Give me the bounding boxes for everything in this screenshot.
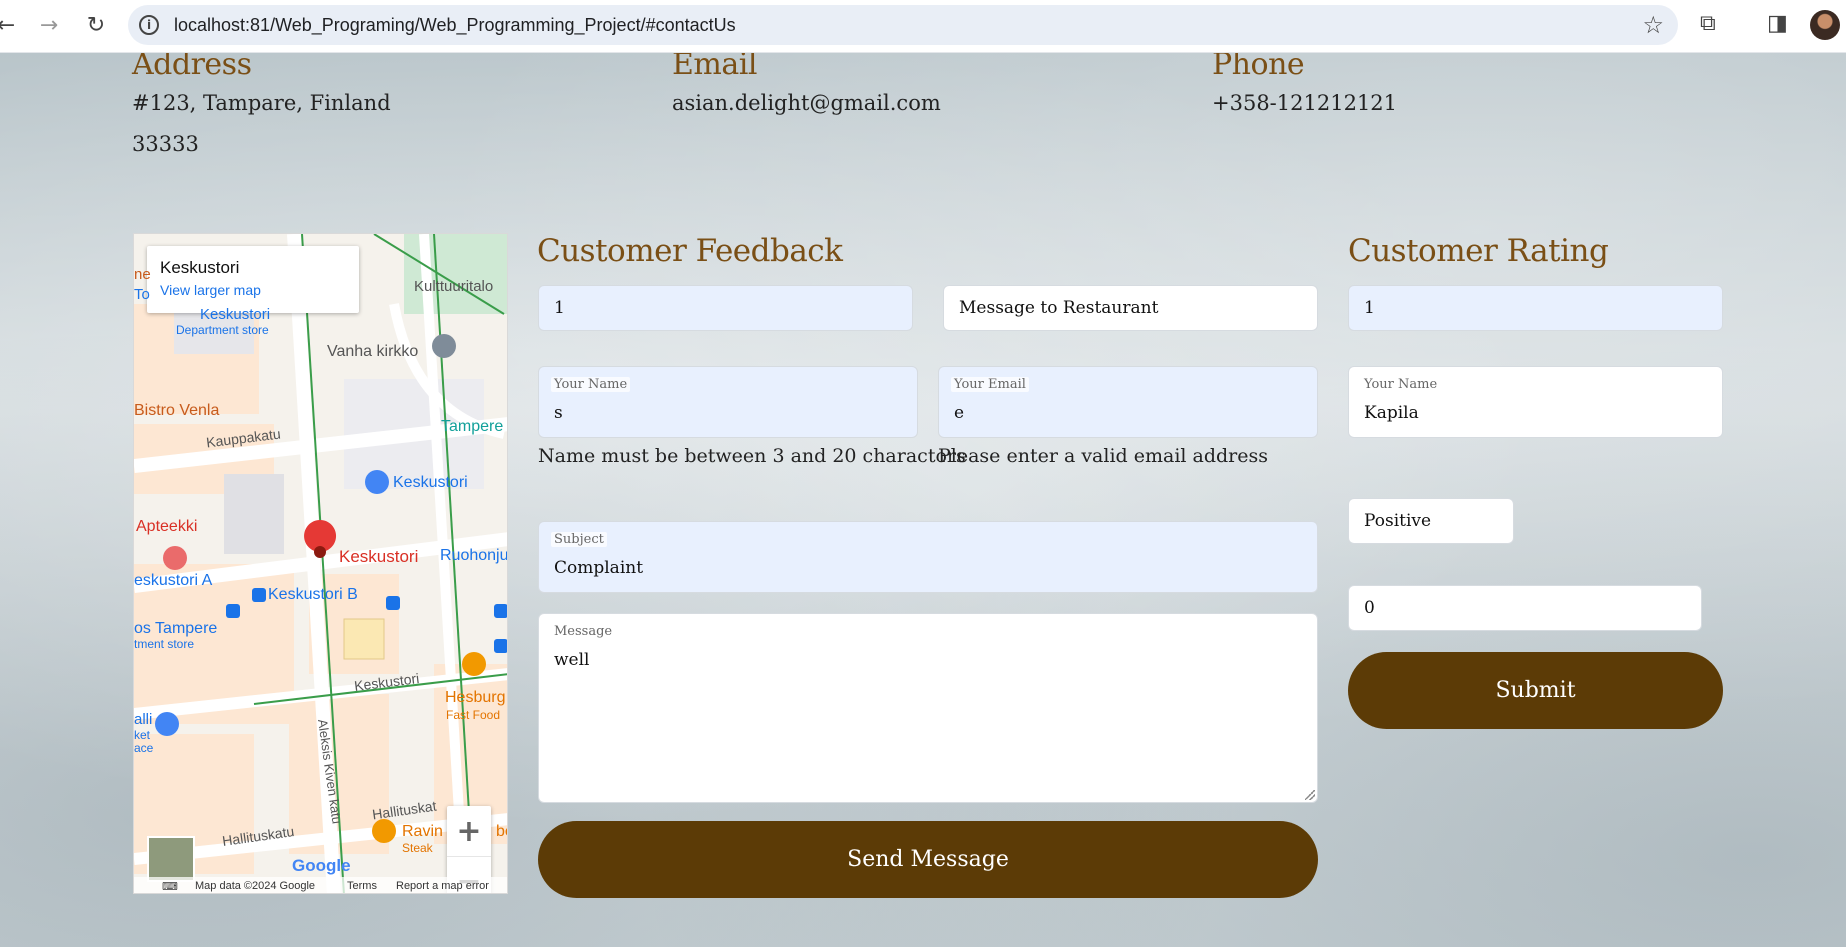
map-label: Steak [402,841,433,855]
map-label: Department store [176,323,269,337]
message-value: well [554,650,590,670]
name-error-message: Name must be between 3 and 20 charactors [538,445,966,467]
phone-value: +358-121212121 [1212,91,1398,115]
map-label: ne [134,266,151,283]
send-message-button[interactable]: Send Message [538,821,1318,898]
map-terms-link[interactable]: Terms [347,880,377,892]
map-label: Tampere [441,418,504,435]
url-text[interactable]: localhost:81/Web_Programing/Web_Programm… [174,15,736,36]
map-label: Hesburg [445,689,506,706]
subject-field[interactable]: Subject Complaint [538,521,1318,593]
feedback-name-value: s [554,403,563,423]
feedback-email-value: e [954,403,965,423]
bookmark-star-icon[interactable]: ☆ [1642,11,1664,39]
map-label: Vanha kirkko [327,343,419,360]
customer-feedback-heading: Customer Feedback [537,233,843,269]
rating-id-field[interactable]: 1 [1348,285,1723,331]
address-line-2: 33333 [132,132,199,156]
submit-rating-button[interactable]: Submit [1348,652,1723,729]
feedback-id-value: 1 [554,298,565,318]
rating-score-input[interactable]: 0 [1348,585,1702,631]
keyboard-icon[interactable]: ⌨ [162,880,178,893]
message-textarea[interactable]: Message well [538,613,1318,803]
map-report-link[interactable]: Report a map error [396,880,489,892]
address-bar[interactable]: i localhost:81/Web_Programing/Web_Progra… [128,5,1678,45]
message-label: Message [551,624,616,639]
map-label: Keskustori [393,474,468,491]
map-label: Apteekki [136,518,198,535]
map-place-card: Keskustori View larger map [147,246,359,313]
phone-heading: Phone [1212,53,1305,82]
map-footer: ⌨ Map data ©2024 Google Terms Report a m… [134,877,507,893]
map-label: be [496,823,507,840]
email-value: asian.delight@gmail.com [672,91,941,115]
browser-toolbar: ← → ↻ i localhost:81/Web_Programing/Web_… [0,0,1846,53]
google-map-embed[interactable]: Keskustori View larger map ne To Kulttuu… [133,233,508,894]
site-info-icon[interactable]: i [139,15,159,35]
map-place-title: Keskustori [160,258,240,277]
map-label: eskustori A [134,572,213,589]
map-label: Keskustori B [268,586,358,603]
profile-avatar[interactable] [1810,10,1840,40]
feedback-name-field[interactable]: Your Name s [538,366,918,438]
feedback-id-field[interactable]: 1 [538,285,913,331]
message-type-field[interactable]: Message to Restaurant [943,285,1318,331]
email-error-message: Please enter a valid email address [938,445,1268,467]
map-label: Ruohonju [440,547,508,564]
map-data-attribution: Map data ©2024 Google [195,880,316,892]
rating-score-value: 0 [1364,598,1375,618]
map-label: Ravin [402,823,443,840]
map-label: Kulttuuritalo [414,278,494,295]
map-label: tment store [134,637,195,651]
subject-label: Subject [551,532,607,547]
extensions-icon[interactable]: ⧉ [1700,11,1716,36]
rating-name-label: Your Name [1361,377,1441,392]
rating-id-value: 1 [1364,298,1375,318]
side-panel-icon[interactable]: ◨ [1767,11,1788,36]
rating-name-field[interactable]: Your Name Kapila [1348,366,1723,438]
map-label: Fast Food [446,708,501,722]
zoom-in-button[interactable]: + [447,806,491,856]
resize-grip-icon[interactable] [1305,790,1315,800]
message-type-value: Message to Restaurant [959,298,1159,318]
address-line-1: #123, Tampare, Finland [132,91,391,115]
subject-value: Complaint [554,558,644,578]
view-larger-map-link[interactable]: View larger map [160,282,261,298]
address-heading: Address [132,53,252,82]
map-label: To [134,286,150,303]
rating-name-value: Kapila [1364,403,1419,423]
sentiment-value: Positive [1364,511,1432,531]
customer-rating-heading: Customer Rating [1348,233,1609,269]
feedback-name-label: Your Name [551,377,631,392]
sentiment-select[interactable]: Positive [1348,498,1514,544]
map-label: Keskustori [339,547,419,566]
email-heading: Email [672,53,757,82]
google-logo: Google [292,856,351,875]
reload-icon[interactable]: ↻ [80,9,112,41]
map-label: Bistro Venla [134,402,220,419]
map-label: ace [134,741,154,755]
arrow-left-icon[interactable]: ← [0,9,22,41]
map-label: ket [134,728,151,742]
map-label: os Tampere [134,620,218,637]
feedback-email-field[interactable]: Your Email e [938,366,1318,438]
contact-us-section: Address #123, Tampare, Finland 33333 Ema… [0,53,1846,947]
map-label: Keskustori [200,306,271,323]
feedback-email-label: Your Email [951,377,1029,392]
arrow-right-icon[interactable]: → [33,9,65,41]
map-label: alli [134,711,153,728]
